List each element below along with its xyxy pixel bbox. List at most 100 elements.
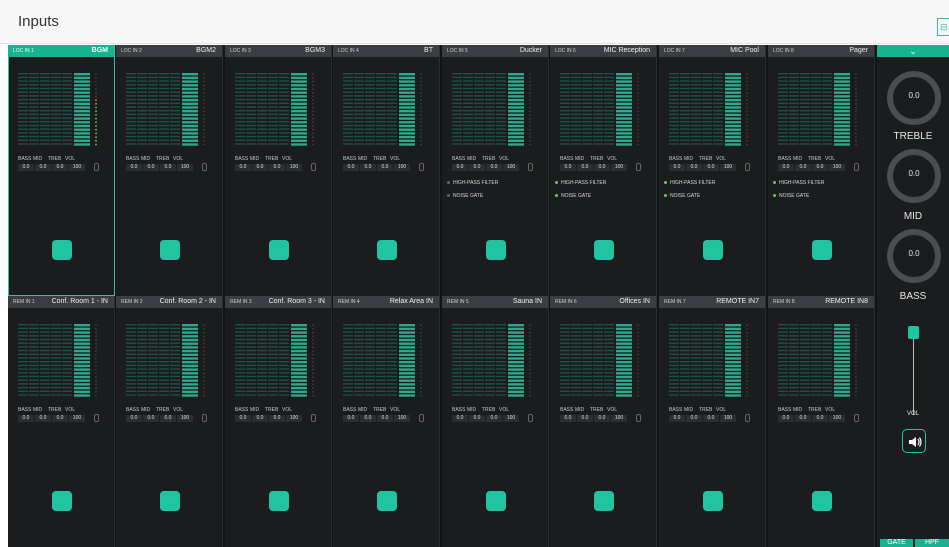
channel-header[interactable]: LOC IN 8 Pager: [768, 45, 874, 57]
eq-value[interactable]: 100: [829, 415, 845, 422]
channel-header[interactable]: LOC IN 4 BT: [333, 45, 439, 57]
eq-value[interactable]: 0.0: [469, 415, 485, 422]
eq-value[interactable]: 0.0: [452, 415, 468, 422]
rem-channel-8[interactable]: REM IN 8 REMOTE IN8 BASS MID TREB VOL 0.0 0.0 0.…: [768, 296, 875, 547]
eq-value[interactable]: 0.0: [560, 164, 576, 171]
eq-value[interactable]: 0.0: [577, 164, 593, 171]
channel-header[interactable]: REM IN 7 REMOTE IN7: [659, 296, 765, 308]
eq-value[interactable]: 100: [720, 415, 736, 422]
hpf-button[interactable]: HPF: [915, 539, 949, 547]
eq-value[interactable]: 0.0: [343, 415, 359, 422]
eq-value[interactable]: 0.0: [686, 164, 702, 171]
collapse-button[interactable]: ⌄: [877, 45, 949, 57]
channel-select-button[interactable]: [269, 491, 289, 511]
eq-value[interactable]: 0.0: [360, 415, 376, 422]
channel-header[interactable]: REM IN 1 Conf. Room 1 - IN: [8, 296, 114, 308]
rem-channel-4[interactable]: REM IN 4 Relax Area IN BASS MID TREB VOL 0.0 0.…: [333, 296, 440, 547]
gate-button[interactable]: GATE: [880, 539, 913, 547]
channel-header[interactable]: REM IN 4 Relax Area IN: [333, 296, 439, 308]
mute-icon[interactable]: [854, 414, 859, 422]
eq-value[interactable]: 0.0: [52, 415, 68, 422]
rem-channel-1[interactable]: REM IN 1 Conf. Room 1 - IN BASS MID TREB VOL 0…: [8, 296, 115, 547]
eq-value[interactable]: 0.0: [126, 415, 142, 422]
rem-channel-3[interactable]: REM IN 3 Conf. Room 3 - IN BASS MID TREB VOL 0…: [225, 296, 332, 547]
channel-header[interactable]: LOC IN 2 BGM2: [116, 45, 222, 57]
loc-channel-6[interactable]: LOC IN 6 MIC Reception BASS MID TREB VOL 0.0 0.…: [550, 45, 657, 296]
eq-value[interactable]: 0.0: [235, 164, 251, 171]
channel-header[interactable]: LOC IN 7 MIC Pool: [659, 45, 765, 57]
eq-value[interactable]: 0.0: [143, 415, 159, 422]
mute-icon[interactable]: [311, 163, 316, 171]
channel-select-button[interactable]: [269, 240, 289, 260]
eq-value[interactable]: 0.0: [577, 415, 593, 422]
channel-header[interactable]: REM IN 5 Sauna IN: [442, 296, 548, 308]
eq-value[interactable]: 0.0: [35, 415, 51, 422]
hpf-option[interactable]: HIGH-PASS FILTER: [773, 180, 824, 186]
channel-header[interactable]: LOC IN 1 BGM: [8, 45, 114, 57]
mute-icon[interactable]: [745, 414, 750, 422]
rem-channel-2[interactable]: REM IN 2 Conf. Room 2 - IN BASS MID TREB VOL 0…: [116, 296, 223, 547]
eq-value[interactable]: 0.0: [160, 164, 176, 171]
eq-value[interactable]: 0.0: [269, 164, 285, 171]
volume-slider-thumb[interactable]: [908, 326, 919, 339]
mute-icon[interactable]: [745, 163, 750, 171]
channel-header[interactable]: LOC IN 3 BGM3: [225, 45, 331, 57]
eq-value[interactable]: 100: [503, 415, 519, 422]
eq-value[interactable]: 100: [829, 164, 845, 171]
eq-value[interactable]: 100: [177, 415, 193, 422]
channel-select-button[interactable]: [52, 491, 72, 511]
channel-select-button[interactable]: [594, 240, 614, 260]
treble-knob[interactable]: 0.0: [885, 69, 943, 127]
mute-icon[interactable]: [419, 414, 424, 422]
eq-value[interactable]: 0.0: [252, 415, 268, 422]
eq-value[interactable]: 0.0: [343, 164, 359, 171]
loc-channel-1[interactable]: LOC IN 1 BGM BASS MID TREB VOL 0.0 0.0 0.0 100: [8, 45, 115, 296]
eq-value[interactable]: 100: [177, 164, 193, 171]
gate-option[interactable]: NOISE GATE: [773, 193, 809, 199]
mute-icon[interactable]: [528, 163, 533, 171]
mute-icon[interactable]: [311, 414, 316, 422]
eq-value[interactable]: 0.0: [269, 415, 285, 422]
eq-value[interactable]: 0.0: [486, 415, 502, 422]
loc-channel-3[interactable]: LOC IN 3 BGM3 BASS MID TREB VOL 0.0 0.0 0.0 100: [225, 45, 332, 296]
eq-value[interactable]: 0.0: [143, 164, 159, 171]
channel-select-button[interactable]: [486, 491, 506, 511]
mid-knob[interactable]: 0.0: [885, 147, 943, 205]
eq-value[interactable]: 100: [394, 415, 410, 422]
rem-channel-6[interactable]: REM IN 6 Offices IN BASS MID TREB VOL 0.0 0.0 0.…: [550, 296, 657, 547]
channel-select-button[interactable]: [160, 491, 180, 511]
eq-value[interactable]: 100: [394, 164, 410, 171]
mute-icon[interactable]: [202, 163, 207, 171]
rem-channel-5[interactable]: REM IN 5 Sauna IN BASS MID TREB VOL 0.0 0.0 0.0 1…: [442, 296, 549, 547]
mute-icon[interactable]: [94, 414, 99, 422]
eq-value[interactable]: 0.0: [35, 164, 51, 171]
channel-select-button[interactable]: [703, 240, 723, 260]
eq-value[interactable]: 100: [286, 164, 302, 171]
channel-header[interactable]: REM IN 2 Conf. Room 2 - IN: [116, 296, 222, 308]
eq-value[interactable]: 100: [611, 164, 627, 171]
eq-value[interactable]: 0.0: [18, 415, 34, 422]
eq-value[interactable]: 100: [503, 164, 519, 171]
eq-value[interactable]: 0.0: [594, 415, 610, 422]
eq-value[interactable]: 0.0: [812, 415, 828, 422]
eq-value[interactable]: 0.0: [377, 164, 393, 171]
channel-header[interactable]: REM IN 8 REMOTE IN8: [768, 296, 874, 308]
channel-header[interactable]: LOC IN 6 MIC Reception: [550, 45, 656, 57]
mute-icon[interactable]: [94, 163, 99, 171]
eq-value[interactable]: 100: [286, 415, 302, 422]
gate-option[interactable]: NOISE GATE: [447, 193, 483, 199]
loc-channel-5[interactable]: LOC IN 5 Ducker BASS MID TREB VOL 0.0 0.0 0.0 100…: [442, 45, 549, 296]
eq-value[interactable]: 0.0: [560, 415, 576, 422]
eq-value[interactable]: 0.0: [686, 415, 702, 422]
channel-select-button[interactable]: [703, 491, 723, 511]
mute-icon[interactable]: [854, 163, 859, 171]
mute-icon[interactable]: [202, 414, 207, 422]
eq-value[interactable]: 0.0: [360, 164, 376, 171]
channel-select-button[interactable]: [377, 240, 397, 260]
channel-header[interactable]: REM IN 6 Offices IN: [550, 296, 656, 308]
mute-icon[interactable]: [419, 163, 424, 171]
gate-option[interactable]: NOISE GATE: [664, 193, 700, 199]
loc-channel-7[interactable]: LOC IN 7 MIC Pool BASS MID TREB VOL 0.0 0.0 0.0 1…: [659, 45, 766, 296]
channel-select-button[interactable]: [594, 491, 614, 511]
bass-knob[interactable]: 0.0: [885, 227, 943, 285]
